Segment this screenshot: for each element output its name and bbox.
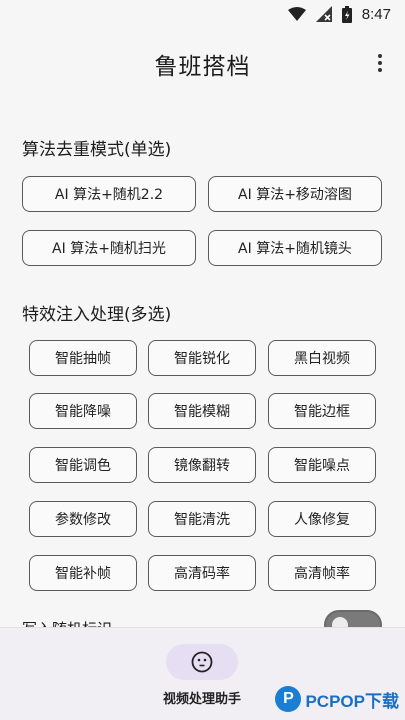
effect-blur[interactable]: 智能模糊 <box>148 393 256 429</box>
pcpop-watermark: P PCPOP下载 <box>275 682 399 716</box>
effect-hd-bitrate[interactable]: 高清码率 <box>148 555 256 591</box>
nav-item-video-helper[interactable]: 视频处理助手 <box>140 642 264 712</box>
app-title: 鲁班搭档 <box>154 54 251 80</box>
effect-black-white[interactable]: 黑白视频 <box>268 340 376 376</box>
nav-item-label: 视频处理助手 <box>162 692 241 707</box>
effect-noise[interactable]: 智能噪点 <box>268 447 376 483</box>
effect-hd-framerate[interactable]: 高清帧率 <box>268 555 376 591</box>
clock: 8:47 <box>361 5 391 23</box>
wifi-icon <box>287 7 306 21</box>
effect-frame-extract[interactable]: 智能抽帧 <box>29 340 137 376</box>
mode-section-title: 算法去重模式(单选) <box>22 140 172 160</box>
effect-frame-interpolate[interactable]: 智能补帧 <box>29 555 137 591</box>
more-vert-icon <box>378 54 382 58</box>
battery-icon <box>341 5 352 23</box>
effects-section-title: 特效注入处理(多选) <box>22 305 172 325</box>
effect-clean[interactable]: 智能清洗 <box>148 501 256 537</box>
effect-mirror-flip[interactable]: 镜像翻转 <box>148 447 256 483</box>
face-icon <box>191 651 213 673</box>
signal-off-icon <box>315 6 332 22</box>
nav-active-indicator <box>166 644 238 680</box>
more-options-button[interactable] <box>367 48 393 78</box>
mode-option-move-blend[interactable]: AI 算法+移动溶图 <box>208 176 382 212</box>
pcpop-logo-icon: P <box>275 686 302 712</box>
app-bar: 鲁班搭档 <box>0 36 405 92</box>
effect-border[interactable]: 智能边框 <box>268 393 376 429</box>
effect-portrait-repair[interactable]: 人像修复 <box>268 501 376 537</box>
effect-param-modify[interactable]: 参数修改 <box>29 501 137 537</box>
mode-option-random-lens[interactable]: AI 算法+随机镜头 <box>208 230 382 266</box>
effect-denoise[interactable]: 智能降噪 <box>29 393 137 429</box>
effect-color-grade[interactable]: 智能调色 <box>29 447 137 483</box>
effect-sharpen[interactable]: 智能锐化 <box>148 340 256 376</box>
status-bar: 8:47 <box>0 0 405 28</box>
mode-option-random-sweep[interactable]: AI 算法+随机扫光 <box>22 230 196 266</box>
watermark-text: PCPOP下载 <box>305 691 399 711</box>
mode-option-random-2-2[interactable]: AI 算法+随机2.2 <box>22 176 196 212</box>
